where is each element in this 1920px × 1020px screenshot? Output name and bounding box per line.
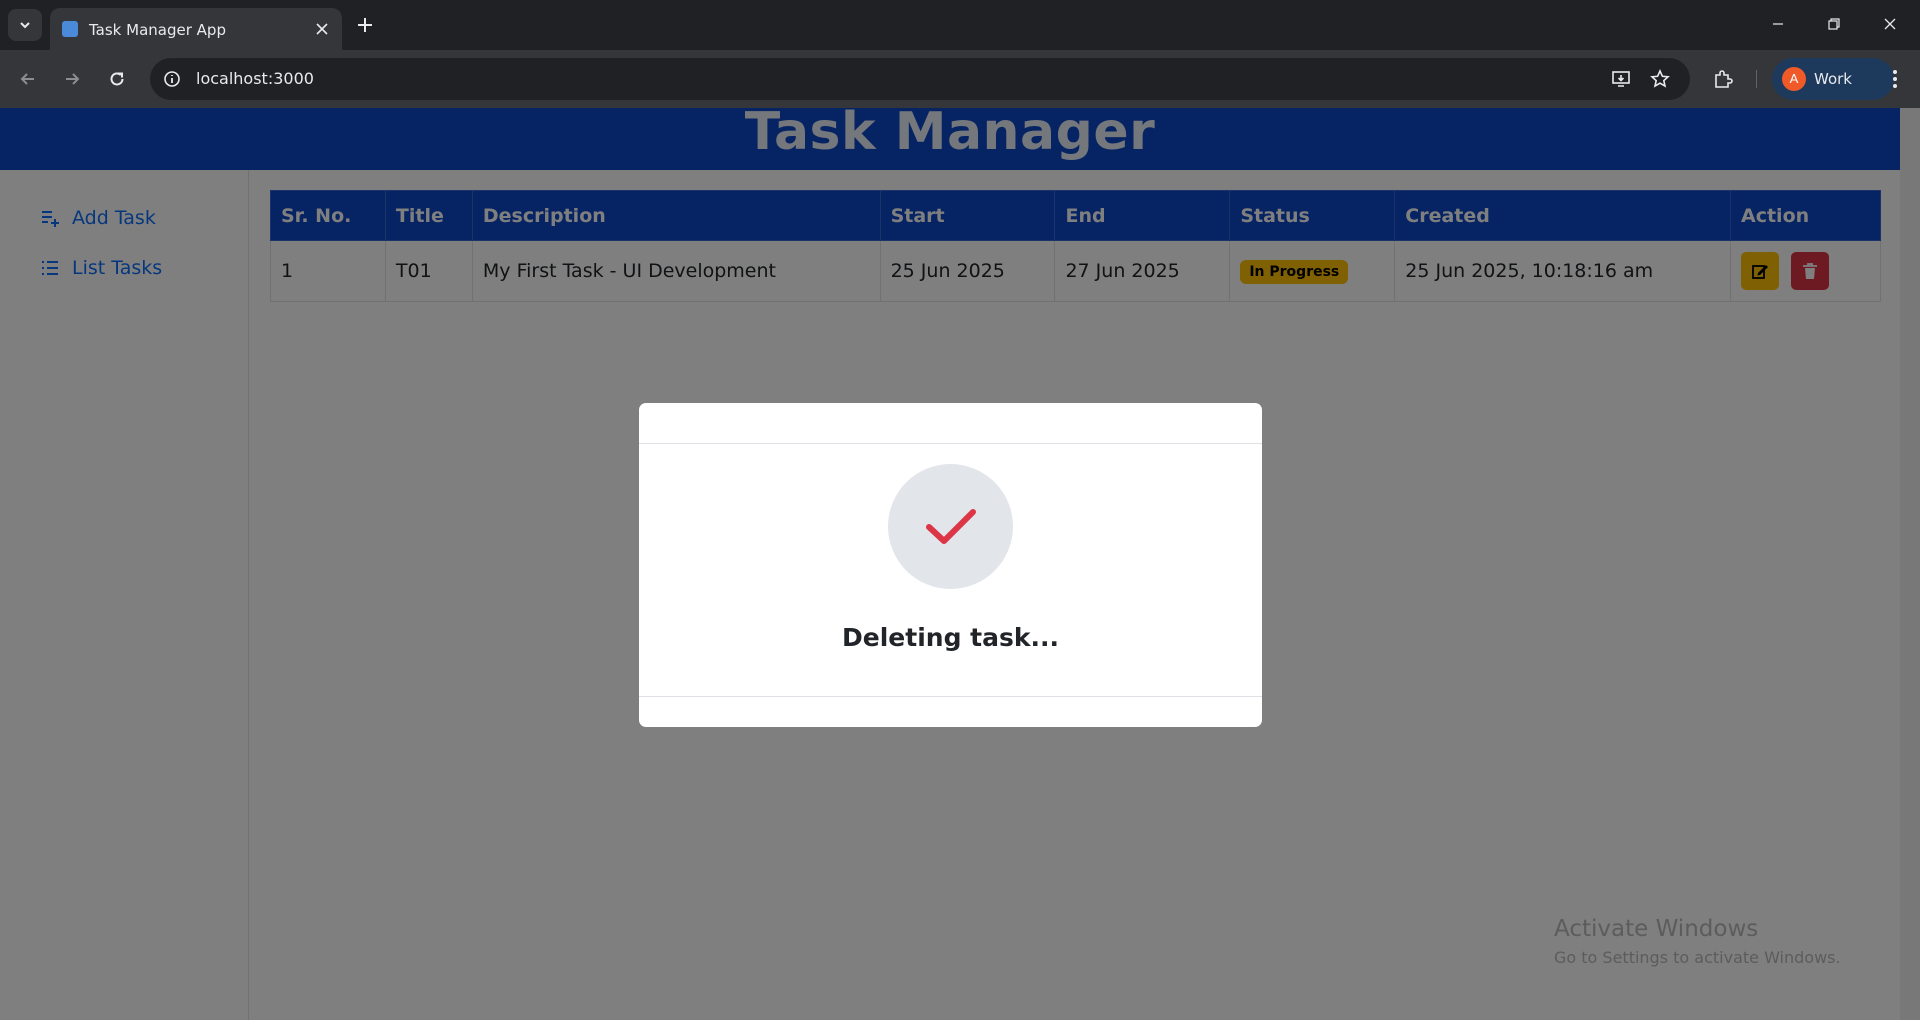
browser-tab-strip: Task Manager App <box>0 0 1920 50</box>
modal-header <box>639 403 1262 444</box>
install-app-icon[interactable] <box>1609 67 1633 91</box>
browser-toolbar: localhost:3000 A Work <box>0 50 1920 108</box>
deleting-modal: Deleting task... <box>639 403 1262 727</box>
close-icon <box>1884 18 1896 30</box>
tab-title: Task Manager App <box>89 21 226 39</box>
extensions-button[interactable] <box>1710 66 1736 92</box>
restore-icon <box>1828 18 1840 30</box>
puzzle-icon <box>1715 70 1733 88</box>
kebab-menu-icon <box>1893 70 1897 88</box>
app-favicon-icon <box>62 21 78 37</box>
avatar: A <box>1782 67 1806 91</box>
address-bar[interactable]: localhost:3000 <box>150 58 1690 100</box>
back-button[interactable] <box>12 63 44 95</box>
url-text: localhost:3000 <box>196 69 314 88</box>
chevron-down-icon <box>20 22 30 29</box>
close-window-button[interactable] <box>1868 8 1912 40</box>
profile-button[interactable]: A Work <box>1772 58 1894 100</box>
arrow-right-icon <box>66 73 80 85</box>
restore-button[interactable] <box>1812 8 1856 40</box>
reload-icon <box>110 72 124 86</box>
minimize-icon <box>1773 23 1783 25</box>
reload-button[interactable] <box>101 63 133 95</box>
minimize-button[interactable] <box>1756 8 1800 40</box>
arrow-left-icon <box>20 73 34 85</box>
checkmark-icon <box>925 508 976 544</box>
forward-button[interactable] <box>56 63 88 95</box>
plus-icon <box>358 18 372 32</box>
modal-footer <box>639 696 1262 727</box>
new-tab-button[interactable] <box>352 12 378 38</box>
success-indicator <box>888 464 1013 589</box>
browser-tab[interactable]: Task Manager App <box>50 8 342 50</box>
modal-message: Deleting task... <box>842 623 1059 652</box>
browser-menu-button[interactable] <box>1880 63 1910 95</box>
close-tab-icon[interactable] <box>312 19 332 39</box>
profile-name: Work <box>1814 70 1852 88</box>
tab-search-button[interactable] <box>8 9 42 41</box>
bookmark-star-icon[interactable] <box>1648 67 1672 91</box>
toolbar-divider <box>1756 70 1757 88</box>
site-info-icon[interactable] <box>160 67 184 91</box>
